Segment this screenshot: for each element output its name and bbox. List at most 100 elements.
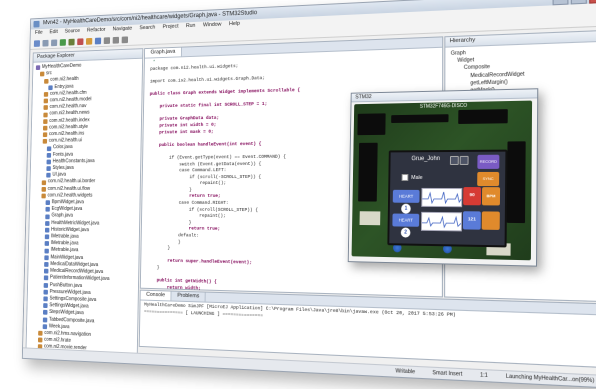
heart-button-2[interactable]: HEART — [392, 213, 420, 227]
java-file-icon — [43, 268, 49, 274]
ecg-wave — [422, 189, 461, 206]
menu-item[interactable]: Project — [163, 23, 179, 32]
ecg-graph-2 — [421, 211, 462, 232]
menu-item[interactable]: Navigate — [112, 25, 133, 34]
forward-icon[interactable] — [121, 35, 129, 43]
menu-item[interactable]: Run — [186, 22, 196, 31]
java-file-icon — [45, 214, 50, 219]
java-file-icon — [44, 227, 50, 233]
java-file-icon — [46, 173, 51, 178]
header-pins — [506, 141, 526, 224]
package-explorer: Package Explorer MyHealthCareDemo src com.… — [25, 48, 144, 364]
java-file-icon — [48, 85, 53, 90]
project-icon — [35, 65, 41, 71]
java-file-icon — [42, 317, 48, 323]
bpm-unit: BPM — [486, 193, 496, 199]
folder-icon — [33, 358, 38, 364]
menu-item[interactable]: Help — [229, 20, 240, 29]
tab-problems[interactable]: Problems — [171, 291, 207, 302]
new-package-icon[interactable] — [85, 37, 93, 45]
maximize-button[interactable]: □ — [570, 0, 587, 5]
connector — [391, 114, 449, 124]
java-file-icon — [42, 310, 48, 316]
java-file-icon — [46, 159, 51, 165]
java-file-icon — [44, 248, 49, 254]
package-icon — [44, 78, 49, 84]
tree-item[interactable]: com.ni2.health.ui.border — [33, 179, 140, 186]
ecg-graph — [421, 187, 462, 208]
hr-badge: 121 — [462, 211, 481, 230]
package-icon — [41, 179, 47, 185]
lcd-user-name: Grue_John — [411, 156, 440, 163]
bpm-value: 90 — [469, 193, 475, 199]
package-icon — [42, 139, 48, 144]
menu-item[interactable]: Refactor — [87, 26, 106, 35]
run-icon[interactable] — [59, 38, 66, 46]
java-file-icon — [44, 241, 50, 247]
tree-item-label: com.ni2.health.ui.border — [47, 178, 96, 185]
java-file-icon — [43, 296, 48, 302]
package-icon — [42, 132, 48, 138]
java-file-icon — [45, 200, 51, 206]
edit-icon[interactable] — [449, 155, 459, 165]
status-progress: Launching MyHealthCar...on(99%) — [505, 373, 595, 385]
menu-item[interactable]: File — [35, 29, 43, 38]
record-label: RECORD — [479, 158, 498, 164]
heart-label-2: HEART — [398, 217, 413, 223]
checkbox-box[interactable] — [401, 174, 409, 181]
connector — [458, 109, 508, 124]
package-icon — [41, 193, 46, 199]
menu-item[interactable]: Source — [65, 27, 80, 36]
minimize-button[interactable]: – — [552, 0, 569, 6]
java-file-icon — [46, 166, 51, 172]
package-icon — [41, 186, 47, 192]
back-icon[interactable] — [112, 36, 120, 44]
debug-icon[interactable] — [68, 38, 75, 46]
step-number-2: 2 — [400, 227, 411, 238]
java-file-icon — [43, 303, 48, 309]
tab-graph-java[interactable]: Graph.java — [144, 47, 182, 58]
search-icon[interactable] — [103, 36, 111, 44]
simulator-window[interactable]: STM32 STM32F746G-DISCO Grue_John RECORD … — [347, 88, 539, 267]
tree-item[interactable]: com.ni2.health.widgets — [33, 193, 140, 200]
java-file-icon — [43, 282, 49, 288]
settings-icon[interactable] — [459, 155, 469, 165]
tab-console[interactable]: Console — [140, 290, 172, 301]
hr-side-badge — [481, 211, 500, 230]
step-number-1: 1 — [401, 203, 411, 214]
menu-item[interactable]: Search — [139, 24, 155, 33]
menu-item[interactable]: Window — [203, 21, 222, 31]
save-icon[interactable] — [42, 39, 49, 47]
sync-label: SYNC — [482, 175, 494, 182]
male-checkbox[interactable]: Male — [401, 174, 423, 181]
sync-button[interactable]: SYNC — [477, 171, 500, 187]
hr-value: 121 — [467, 217, 476, 223]
status-writable: Writable — [395, 368, 416, 376]
stop-icon[interactable] — [77, 37, 84, 45]
package-icon — [37, 337, 43, 343]
new-class-icon[interactable] — [94, 37, 102, 44]
close-button[interactable]: × — [589, 0, 596, 4]
java-file-icon — [42, 324, 48, 330]
package-icon — [43, 118, 48, 124]
package-icon — [43, 112, 48, 117]
board-label: STM32F746G-DISCO — [419, 102, 468, 110]
java-file-icon — [44, 255, 49, 260]
java-file-icon — [45, 220, 50, 226]
lcd-screen[interactable]: Grue_John RECORD Male SYNC HEART 1 90 BP… — [387, 149, 508, 248]
print-icon[interactable] — [51, 38, 58, 46]
package-tree: MyHealthCareDemo src com.ni2.health Entry.j… — [26, 59, 142, 370]
chip — [357, 113, 386, 136]
app-icon — [33, 20, 40, 28]
new-file-icon[interactable] — [33, 39, 40, 47]
menu-item[interactable]: Edit — [49, 28, 57, 37]
package-icon — [43, 105, 48, 111]
heart-button[interactable]: HEART — [392, 189, 420, 203]
java-file-icon — [43, 289, 48, 295]
ecg-wave-2 — [422, 213, 461, 231]
record-button[interactable]: RECORD — [477, 154, 500, 169]
bpm-badge: 90 — [463, 187, 482, 206]
java-file-icon — [44, 234, 50, 240]
java-file-icon — [46, 145, 52, 151]
tree-item-label: UI.java — [52, 172, 67, 178]
